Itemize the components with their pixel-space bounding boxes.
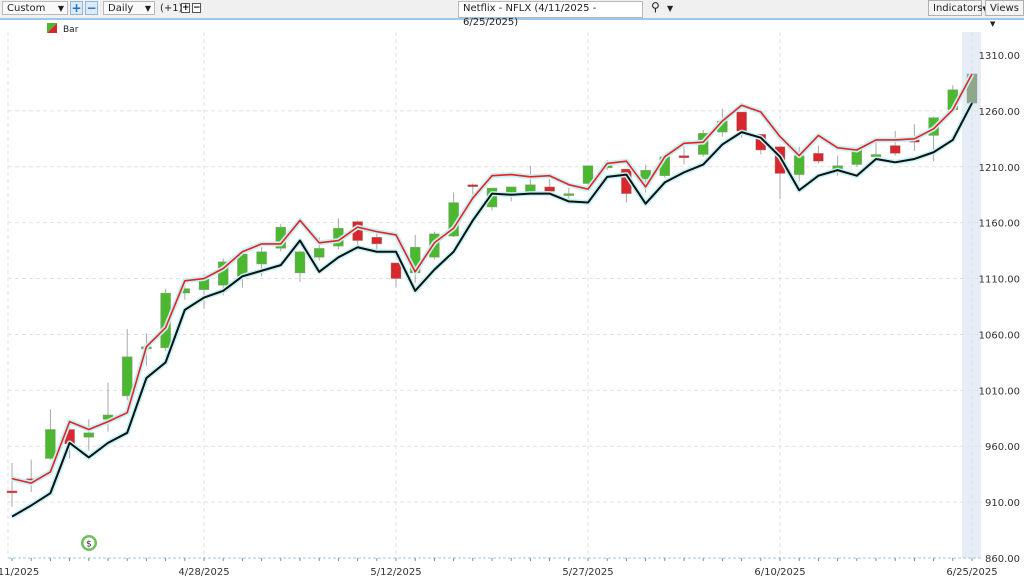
y-tick-label: 1310.00 <box>979 51 1020 62</box>
y-tick-label: 910.00 <box>985 498 1020 509</box>
y-tick-label: 1210.00 <box>979 163 1020 174</box>
legend-label: Bar <box>63 25 79 35</box>
search-dropdown-icon[interactable]: ▼ <box>667 2 673 16</box>
candle <box>333 218 344 250</box>
candle <box>294 250 306 282</box>
candle-body <box>83 432 95 438</box>
chevron-down-icon: ▼ <box>990 20 996 28</box>
candle-body <box>121 356 133 397</box>
band-lines <box>10 72 975 519</box>
candle <box>851 149 862 167</box>
y-tick-label: 960.00 <box>985 442 1020 453</box>
zoom-out-button[interactable]: − <box>85 1 98 15</box>
lower-band-line <box>11 102 973 518</box>
views-label: Views <box>990 3 1019 14</box>
candle-body <box>813 153 824 162</box>
candle-body <box>890 145 901 154</box>
indicators-label: Indicators <box>933 3 983 14</box>
views-button[interactable]: Views ▼ <box>985 0 1024 28</box>
x-tick-label: 5/12/2025 <box>370 567 421 578</box>
candle-body <box>390 262 402 279</box>
interval-select[interactable]: Daily ▼ <box>103 1 155 15</box>
candle <box>121 328 133 401</box>
candle-body <box>294 251 306 274</box>
y-tick-label: 860.00 <box>985 554 1020 565</box>
legend: Bar <box>47 23 79 35</box>
range-select-value: Custom <box>7 3 46 14</box>
candle-body <box>678 155 690 159</box>
offset-label: (+1) <box>160 3 183 14</box>
toolbar: Custom ▼ + − Daily ▼ (+1) + − Netflix - NF… <box>0 0 1024 28</box>
y-tick-label: 1060.00 <box>979 330 1020 341</box>
candle <box>410 234 421 284</box>
candle <box>890 131 901 156</box>
indicators-button[interactable]: Indicators▼ <box>928 0 988 16</box>
price-chart[interactable]: 1310.00 1260.00 1210.00 1160.00 1110.00 1060.… <box>0 0 1024 582</box>
interval-select-value: Daily <box>108 3 134 14</box>
candle <box>26 459 37 493</box>
candle-body <box>467 184 478 187</box>
range-select[interactable]: Custom ▼ <box>2 1 68 15</box>
x-tick-label: 4/11/2025 <box>0 567 39 578</box>
y-axis: 1310.00 1260.00 1210.00 1160.00 1110.00 1060.… <box>979 51 1020 565</box>
band-line-glow <box>10 101 975 519</box>
candle <box>813 145 824 164</box>
y-tick-label: 1110.00 <box>979 275 1020 286</box>
candle-body <box>371 236 382 245</box>
candle-body <box>314 248 325 258</box>
y-tick-label: 1260.00 <box>979 107 1020 118</box>
offset-minus-button[interactable]: − <box>192 3 201 13</box>
y-tick-label: 1160.00 <box>979 219 1020 230</box>
candle <box>45 409 56 460</box>
x-tick-label: 5/27/2025 <box>562 567 613 578</box>
offset-plus-button[interactable]: + <box>181 3 190 13</box>
candle-body <box>45 429 56 459</box>
x-axis: 4/11/2025 4/28/2025 5/12/2025 5/27/2025 6/10… <box>0 557 998 578</box>
grid <box>7 32 982 558</box>
zoom-in-button[interactable]: + <box>70 1 83 15</box>
y-tick-label: 1010.00 <box>979 386 1020 397</box>
candles <box>6 73 978 507</box>
candle <box>678 146 690 165</box>
x-tick-label: 6/25/2025 <box>946 567 997 578</box>
chevron-down-icon: ▼ <box>57 4 64 13</box>
candle <box>390 262 402 288</box>
x-tick-label: 6/10/2025 <box>754 567 805 578</box>
candle-body <box>256 251 267 265</box>
candle-body <box>736 111 747 132</box>
dividend-label: $ <box>86 540 92 550</box>
chevron-down-icon: ▼ <box>144 4 151 13</box>
candle-body <box>870 154 882 157</box>
symbol-title-field[interactable]: Netflix - NFLX (4/11/2025 - 6/25/2025) <box>458 1 643 28</box>
x-tick-label: 4/28/2025 <box>178 567 229 578</box>
candle-body <box>563 193 574 196</box>
dividend-marker[interactable]: $ <box>81 535 97 551</box>
candle-body <box>544 186 555 192</box>
search-icon[interactable]: ⚲ <box>651 0 660 14</box>
candle-body <box>6 490 18 494</box>
candle-body <box>794 155 805 175</box>
candle <box>352 220 363 248</box>
